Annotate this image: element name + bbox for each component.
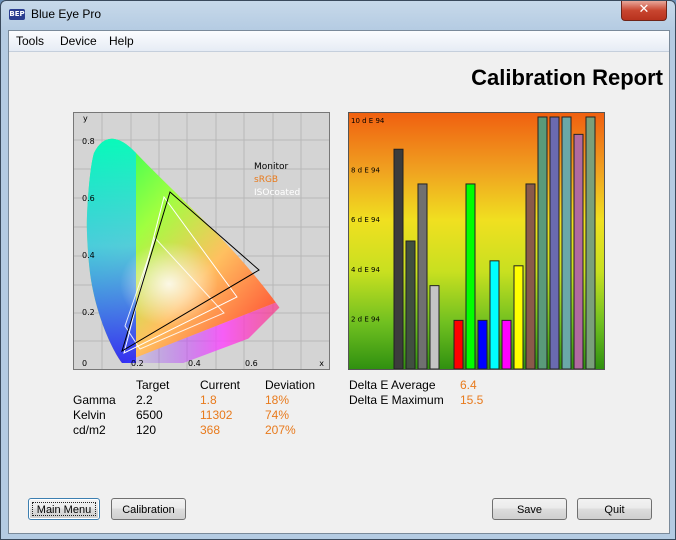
cie-y-axis-label: y <box>83 114 88 123</box>
luminance-target: 120 <box>136 423 157 437</box>
report-title: Calibration Report <box>471 65 663 90</box>
bar <box>549 116 560 369</box>
cie-x-tick: 0.4 <box>188 359 201 368</box>
gamma-deviation: 18% <box>265 393 290 407</box>
header-current: Current <box>200 378 241 392</box>
bar <box>561 116 572 369</box>
bar <box>573 133 584 369</box>
gamma-target: 2.2 <box>136 393 153 407</box>
bar <box>465 183 476 369</box>
luminance-deviation: 207% <box>265 423 296 437</box>
delta-e-average-label: Delta E Average <box>349 378 436 392</box>
bar-y-tick: 4 d E 94 <box>351 266 380 274</box>
menu-tools[interactable]: Tools <box>16 34 44 48</box>
row-label-gamma: Gamma <box>73 393 116 407</box>
bar-y-tick: 6 d E 94 <box>351 216 380 224</box>
cie-diagram-svg: y x 0.8 0.6 0.4 0.2 0 0.2 0.4 0.6 Monito… <box>74 113 329 369</box>
legend-monitor: Monitor <box>254 162 289 172</box>
focus-ring <box>32 502 96 516</box>
row-label-luminance: cd/m2 <box>73 423 106 437</box>
cie-x-tick: 0.6 <box>245 359 258 368</box>
calibration-button[interactable]: Calibration <box>111 498 186 520</box>
close-button[interactable]: ✕ <box>621 1 667 21</box>
bar <box>405 240 416 369</box>
cie-x-tick: 0.2 <box>131 359 144 368</box>
cie-x-axis-label: x <box>319 359 324 368</box>
cie-y-tick: 0 <box>82 359 87 368</box>
save-label: Save <box>516 504 543 516</box>
bar <box>525 183 536 369</box>
delta-e-maximum-value: 15.5 <box>460 393 484 407</box>
main-menu-button[interactable]: Main Menu <box>28 498 100 520</box>
kelvin-deviation: 74% <box>265 408 290 422</box>
cie-y-tick: 0.2 <box>82 308 95 317</box>
save-button[interactable]: Save <box>492 498 567 520</box>
bar-y-tick: 2 d E 94 <box>351 315 380 323</box>
legend-srgb: sRGB <box>254 175 278 185</box>
bar <box>393 148 404 369</box>
bar <box>537 116 548 369</box>
cie-diagram: y x 0.8 0.6 0.4 0.2 0 0.2 0.4 0.6 Monito… <box>73 112 330 370</box>
bar <box>453 319 464 369</box>
title-bar[interactable]: BEP Blue Eye Pro ✕ <box>1 1 675 29</box>
cie-y-tick: 0.4 <box>82 251 95 260</box>
quit-button[interactable]: Quit <box>577 498 652 520</box>
legend-isocoated: ISOcoated <box>254 188 300 198</box>
quit-label: Quit <box>604 504 625 516</box>
delta-e-maximum-label: Delta E Maximum <box>349 393 444 407</box>
menu-help[interactable]: Help <box>109 34 134 48</box>
kelvin-target: 6500 <box>136 408 163 422</box>
bar <box>417 183 428 369</box>
luminance-current: 368 <box>200 423 221 437</box>
delta-e-average-value: 6.4 <box>460 378 477 392</box>
bar <box>585 116 596 369</box>
gamma-current: 1.8 <box>200 393 217 407</box>
header-deviation: Deviation <box>265 378 316 392</box>
row-label-kelvin: Kelvin <box>73 408 106 422</box>
bar-y-tick: 10 d E 94 <box>351 117 385 125</box>
cie-y-tick: 0.6 <box>82 194 95 203</box>
bar-y-tick: 8 d E 94 <box>351 167 380 175</box>
delta-e-bar-chart: 10 d E 94 8 d E 94 6 d E 94 4 d E 94 2 d E 9… <box>348 112 605 370</box>
kelvin-current: 11302 <box>200 408 233 422</box>
window-title: Blue Eye Pro <box>31 7 102 21</box>
app-logo-icon: BEP <box>9 9 25 20</box>
bar <box>429 285 440 369</box>
bar <box>501 319 512 369</box>
client-area: Tools Device Help Calibration Report y x… <box>8 30 670 534</box>
bar <box>477 319 488 369</box>
cie-y-tick: 0.8 <box>82 137 95 146</box>
menu-device[interactable]: Device <box>60 34 97 48</box>
bar <box>513 265 524 369</box>
bar <box>489 260 500 369</box>
menu-bar: Tools Device Help <box>9 31 669 52</box>
delta-e-bar-chart-svg: 10 d E 94 8 d E 94 6 d E 94 4 d E 94 2 d E 9… <box>349 113 604 369</box>
header-target: Target <box>136 378 170 392</box>
calibration-label: Calibration <box>122 504 175 516</box>
app-window: BEP Blue Eye Pro ✕ Tools Device Help Cal… <box>0 0 676 540</box>
